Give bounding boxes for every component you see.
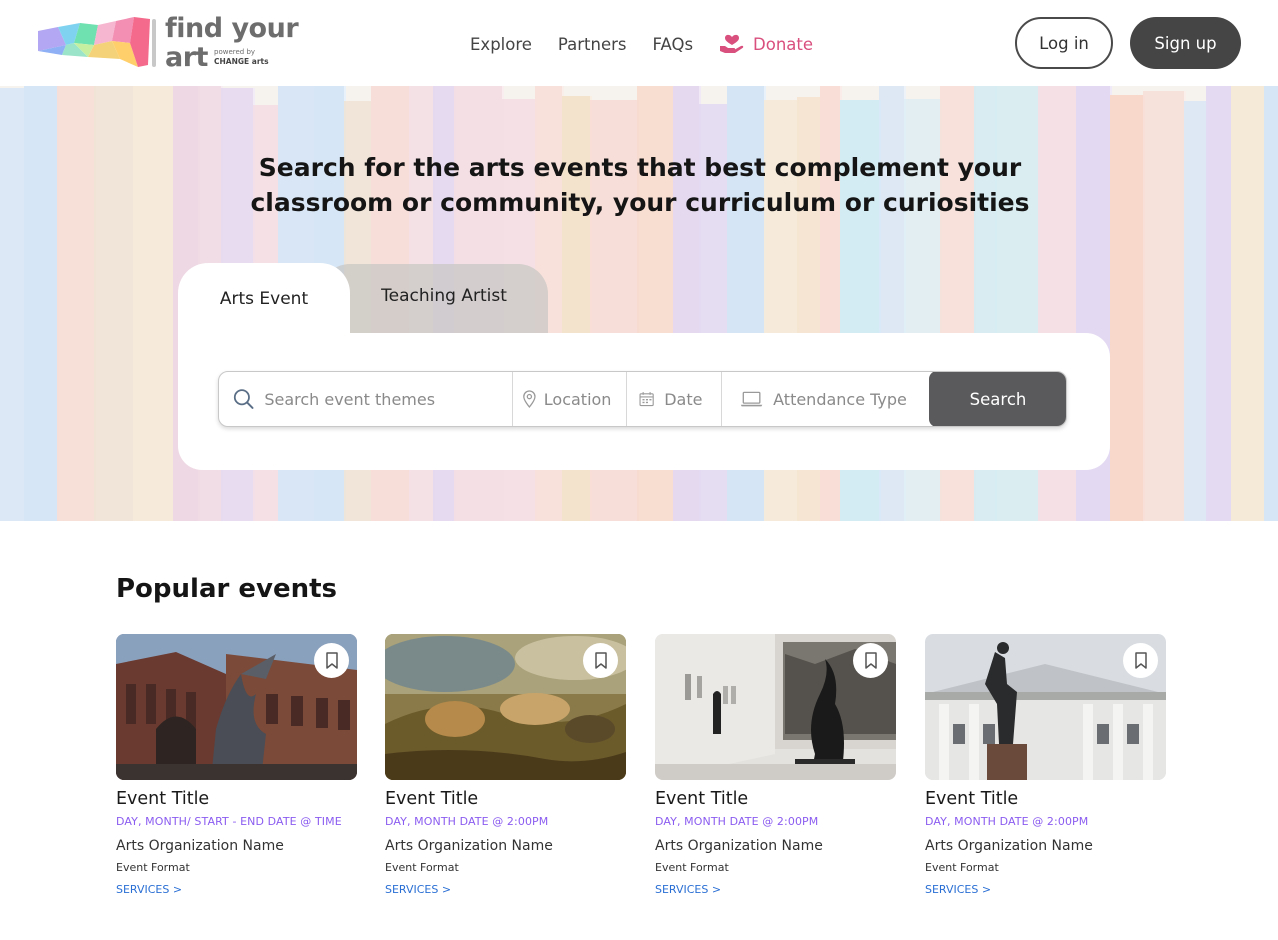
event-image-battle-painting[interactable] [385, 634, 626, 780]
date-input[interactable] [664, 389, 721, 409]
location-pin-icon [523, 390, 536, 408]
event-title[interactable]: Event Title [925, 789, 1018, 809]
bookmark-button[interactable] [583, 643, 618, 678]
signup-button[interactable]: Sign up [1130, 17, 1241, 69]
event-search-bar: Search [218, 371, 1067, 427]
event-organization: Arts Organization Name [925, 838, 1093, 854]
logo-powered-by: powered by CHANGE arts [214, 48, 269, 67]
event-organization: Arts Organization Name [655, 838, 823, 854]
attendance-type-segment [722, 372, 930, 426]
event-image-gallery-sculpture[interactable] [655, 634, 896, 780]
search-themes-input[interactable] [264, 389, 512, 409]
event-card[interactable]: Event Title DAY, MONTH/ START - END DATE… [116, 634, 357, 904]
calendar-icon [639, 392, 654, 407]
paint-brush-logo-icon [38, 17, 156, 67]
search-panel: Search [178, 333, 1110, 470]
attendance-type-input[interactable] [773, 389, 930, 409]
search-button[interactable]: Search [929, 372, 1066, 426]
bookmark-icon [1134, 652, 1147, 669]
event-date: DAY, MONTH/ START - END DATE @ TIME [116, 815, 342, 828]
logo-powered-by-label: powered by [214, 48, 256, 56]
hero-title: Search for the arts events that best com… [250, 153, 1030, 217]
event-organization: Arts Organization Name [116, 838, 284, 854]
donate-label: Donate [753, 34, 814, 54]
event-format: Event Format [116, 861, 190, 874]
nav-faqs[interactable]: FAQs [652, 35, 693, 54]
logo-powered-by-brand: CHANGE arts [214, 57, 269, 66]
theme-search-segment [219, 372, 513, 426]
find-your-art-logo[interactable]: find your art powered by CHANGE arts [38, 13, 299, 73]
date-segment [627, 372, 722, 426]
services-link[interactable]: SERVICES > [116, 883, 182, 896]
event-date: DAY, MONTH DATE @ 2:00PM [925, 815, 1089, 828]
event-title[interactable]: Event Title [655, 789, 748, 809]
laptop-icon [740, 391, 763, 407]
event-format: Event Format [655, 861, 729, 874]
tab-teaching-artist-label: Teaching Artist [381, 286, 507, 306]
event-date: DAY, MONTH DATE @ 2:00PM [385, 815, 549, 828]
tab-arts-event-label: Arts Event [219, 289, 309, 309]
tab-arts-event[interactable]: Arts Event [178, 263, 350, 335]
login-button[interactable]: Log in [1015, 17, 1113, 69]
nav-donate[interactable]: Donate [719, 34, 813, 54]
hero-section: Search for the arts events that best com… [0, 86, 1278, 521]
location-input[interactable] [543, 389, 626, 409]
heart-hand-icon [720, 34, 744, 53]
event-image-monument-theatre[interactable] [925, 634, 1166, 780]
logo-line-2: art [165, 42, 208, 73]
event-card[interactable]: Event Title DAY, MONTH DATE @ 2:00PM Art… [385, 634, 626, 904]
bookmark-button[interactable] [314, 643, 349, 678]
event-card[interactable]: Event Title DAY, MONTH DATE @ 2:00PM Art… [925, 634, 1166, 904]
location-segment [513, 372, 627, 426]
popular-events-heading: Popular events [116, 574, 337, 604]
nav-explore[interactable]: Explore [470, 35, 532, 54]
nav-partners[interactable]: Partners [558, 35, 627, 54]
event-title[interactable]: Event Title [116, 789, 209, 809]
event-date: DAY, MONTH DATE @ 2:00PM [655, 815, 819, 828]
services-link[interactable]: SERVICES > [925, 883, 991, 896]
event-title[interactable]: Event Title [385, 789, 478, 809]
bookmark-icon [325, 652, 338, 669]
event-format: Event Format [385, 861, 459, 874]
tab-teaching-artist[interactable]: Teaching Artist [320, 264, 548, 334]
bookmark-icon [594, 652, 607, 669]
logo-line-1: find your [165, 13, 299, 44]
main-nav: Explore Partners FAQs Donate [470, 32, 839, 56]
popular-events-list: Event Title DAY, MONTH/ START - END DATE… [116, 634, 1166, 904]
bookmark-icon [864, 652, 877, 669]
search-icon [233, 389, 254, 409]
event-organization: Arts Organization Name [385, 838, 553, 854]
site-header: find your art powered by CHANGE arts Exp… [0, 0, 1278, 86]
bookmark-button[interactable] [1123, 643, 1158, 678]
event-image-gothic-building[interactable] [116, 634, 357, 780]
bookmark-button[interactable] [853, 643, 888, 678]
services-link[interactable]: SERVICES > [385, 883, 451, 896]
event-format: Event Format [925, 861, 999, 874]
event-card[interactable]: Event Title DAY, MONTH DATE @ 2:00PM Art… [655, 634, 896, 904]
services-link[interactable]: SERVICES > [655, 883, 721, 896]
